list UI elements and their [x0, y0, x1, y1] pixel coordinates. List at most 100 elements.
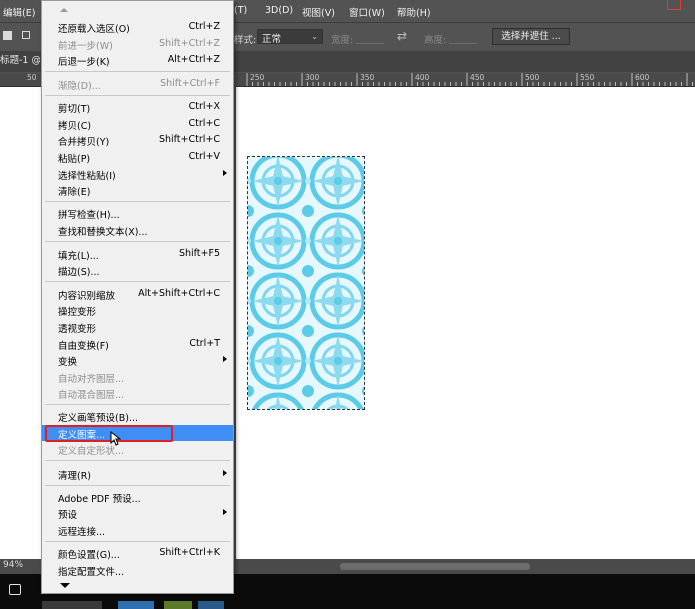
horizontal-scrollbar[interactable]: [340, 563, 530, 570]
menu-item-presets[interactable]: 预设: [42, 505, 233, 521]
menu-item-label: Adobe PDF 预设...: [58, 494, 141, 505]
ornamental-pattern-image: [248, 157, 364, 409]
menu-item-label: 拷贝(C): [58, 121, 92, 132]
style-select-value: 正常: [262, 34, 282, 45]
menu-item-label: 还原载入选区(O): [58, 24, 130, 35]
menu-item-label: 颜色设置(G)...: [58, 550, 120, 561]
menu-item-auto-blend-layers[interactable]: 自动混合图层...: [42, 385, 233, 401]
height-input[interactable]: [449, 29, 477, 44]
document-tab[interactable]: 标题-1 @: [0, 51, 40, 72]
menu-item-shortcut: Shift+Ctrl+F: [160, 78, 220, 89]
menu-item-find-replace[interactable]: 查找和替换文本(X)...: [42, 222, 233, 238]
scroll-up-icon[interactable]: [60, 8, 68, 12]
menu-item-label: 清除(E): [58, 187, 91, 198]
task-view-icon[interactable]: [9, 584, 21, 595]
menu-item-shortcut: Ctrl+Z: [188, 21, 220, 32]
menu-item-label: 填充(L)...: [58, 251, 99, 262]
canvas-area-left[interactable]: [0, 87, 42, 559]
submenu-arrow-icon: [223, 509, 227, 515]
height-label: 高度:: [424, 35, 447, 46]
menu-separator: [45, 201, 230, 202]
menu-item-transform[interactable]: 变换: [42, 352, 233, 368]
horizontal-ruler: 250 300 350 400 450 500 550 600: [236, 73, 695, 87]
menu-item-step-backward[interactable]: 后退一步(K) Alt+Ctrl+Z: [42, 52, 233, 68]
menu-item-shortcut: Alt+Shift+Ctrl+C: [138, 288, 220, 299]
highlight-annotation-box: [45, 425, 173, 442]
menu-item-label: 前进一步(W): [58, 41, 113, 52]
taskbar-app[interactable]: [164, 601, 192, 609]
menu-separator: [45, 95, 230, 96]
menu-item-pdf-presets[interactable]: Adobe PDF 预设...: [42, 489, 233, 505]
menu-item-paste[interactable]: 粘贴(P) Ctrl+V: [42, 149, 233, 165]
menu-separator: [45, 485, 230, 486]
menu-item-paste-special[interactable]: 选择性粘贴(I): [42, 166, 233, 182]
zoom-level[interactable]: 94%: [3, 560, 23, 570]
menu-item-clear[interactable]: 清除(E): [42, 182, 233, 198]
menu-item-cut[interactable]: 剪切(T) Ctrl+X: [42, 99, 233, 115]
add-selection-icon[interactable]: [22, 31, 30, 39]
menu-item-puppet-warp[interactable]: 操控变形: [42, 302, 233, 318]
menu-item-label: 粘贴(P): [58, 154, 91, 165]
swap-icon[interactable]: ⇄: [397, 29, 407, 43]
menu-item-step-forward[interactable]: 前进一步(W) Shift+Ctrl+Z: [42, 36, 233, 52]
menu-item-label: 自动对齐图层...: [58, 374, 125, 385]
scroll-down-icon[interactable]: [60, 583, 70, 588]
menu-item-assign-profile[interactable]: 指定配置文件...: [42, 562, 233, 578]
menu-item-label: 操控变形: [58, 307, 97, 318]
style-select[interactable]: 正常 ⌄: [257, 29, 323, 45]
menu-help[interactable]: 帮助(H): [397, 5, 431, 19]
menu-item-content-aware-scale[interactable]: 内容识别缩放 Alt+Shift+Ctrl+C: [42, 286, 233, 302]
menu-edit[interactable]: 编辑(E): [3, 5, 35, 19]
menu-3d[interactable]: 3D(D): [265, 5, 293, 16]
menu-view[interactable]: 视图(V): [302, 5, 335, 19]
menu-item-define-brush[interactable]: 定义画笔预设(B)...: [42, 408, 233, 424]
menu-item-free-transform[interactable]: 自由变换(F) Ctrl+T: [42, 336, 233, 352]
menu-window[interactable]: 窗口(W): [349, 5, 385, 19]
menu-item-label: 描边(S)...: [58, 267, 100, 278]
taskbar-app[interactable]: [42, 601, 102, 609]
menu-item-remote-connections[interactable]: 远程连接...: [42, 522, 233, 538]
taskbar-app[interactable]: [118, 601, 154, 609]
submenu-arrow-icon: [223, 470, 227, 476]
menu-item-shortcut: Alt+Ctrl+Z: [167, 54, 220, 65]
menu-item-label: 拼写检查(H)...: [58, 210, 120, 221]
menu-item-label: 清理(R): [58, 471, 92, 482]
menu-item-undo[interactable]: 还原载入选区(O) Ctrl+Z: [42, 19, 233, 35]
close-window-button[interactable]: [667, 0, 681, 10]
menu-item-color-settings[interactable]: 颜色设置(G)... Shift+Ctrl+K: [42, 545, 233, 561]
selection-mode-icon[interactable]: [3, 31, 12, 40]
menu-item-shortcut: Ctrl+T: [189, 338, 220, 349]
menu-item-spell-check[interactable]: 拼写检查(H)...: [42, 205, 233, 221]
menu-item-label: 定义画笔预设(B)...: [58, 413, 138, 424]
menu-layer-partial[interactable]: (T): [234, 5, 247, 16]
menu-item-fade[interactable]: 渐隐(D)... Shift+Ctrl+F: [42, 76, 233, 92]
edit-menu-dropdown: 还原载入选区(O) Ctrl+Z 前进一步(W) Shift+Ctrl+Z 后退一步…: [41, 0, 234, 594]
ruler-label: 250: [250, 73, 265, 82]
select-and-mask-button[interactable]: 选择并遮住 ...: [492, 28, 570, 45]
menu-item-define-custom-shape[interactable]: 定义自定形状...: [42, 441, 233, 457]
menu-item-copy[interactable]: 拷贝(C) Ctrl+C: [42, 116, 233, 132]
pattern-selection[interactable]: [247, 156, 365, 410]
chevron-down-icon: ⌄: [311, 32, 318, 41]
menu-item-label: 自由变换(F): [58, 341, 109, 352]
menu-item-purge[interactable]: 清理(R): [42, 466, 233, 482]
menu-item-shortcut: Ctrl+C: [188, 118, 221, 129]
menu-item-shortcut: Shift+Ctrl+Z: [159, 38, 220, 49]
menu-item-shortcut: Shift+Ctrl+C: [158, 134, 220, 145]
taskbar-app[interactable]: [198, 601, 224, 609]
ruler-label: 400: [415, 73, 430, 82]
menu-item-auto-align-layers[interactable]: 自动对齐图层...: [42, 369, 233, 385]
menu-item-label: 自动混合图层...: [58, 390, 125, 401]
menu-separator: [45, 404, 230, 405]
ruler-label: 300: [305, 73, 320, 82]
menu-item-copy-merged[interactable]: 合并拷贝(Y) Shift+Ctrl+C: [42, 132, 233, 148]
ruler-left-segment: 50: [0, 73, 42, 87]
menu-item-fill[interactable]: 填充(L)... Shift+F5: [42, 246, 233, 262]
menu-item-perspective-warp[interactable]: 透视变形: [42, 319, 233, 335]
menu-item-label: 合并拷贝(Y): [58, 137, 110, 148]
width-input[interactable]: [356, 29, 384, 44]
menu-item-shortcut: Shift+F5: [178, 248, 220, 259]
menu-item-label: 定义自定形状...: [58, 446, 125, 457]
width-label: 宽度:: [331, 35, 354, 46]
menu-item-stroke[interactable]: 描边(S)...: [42, 262, 233, 278]
